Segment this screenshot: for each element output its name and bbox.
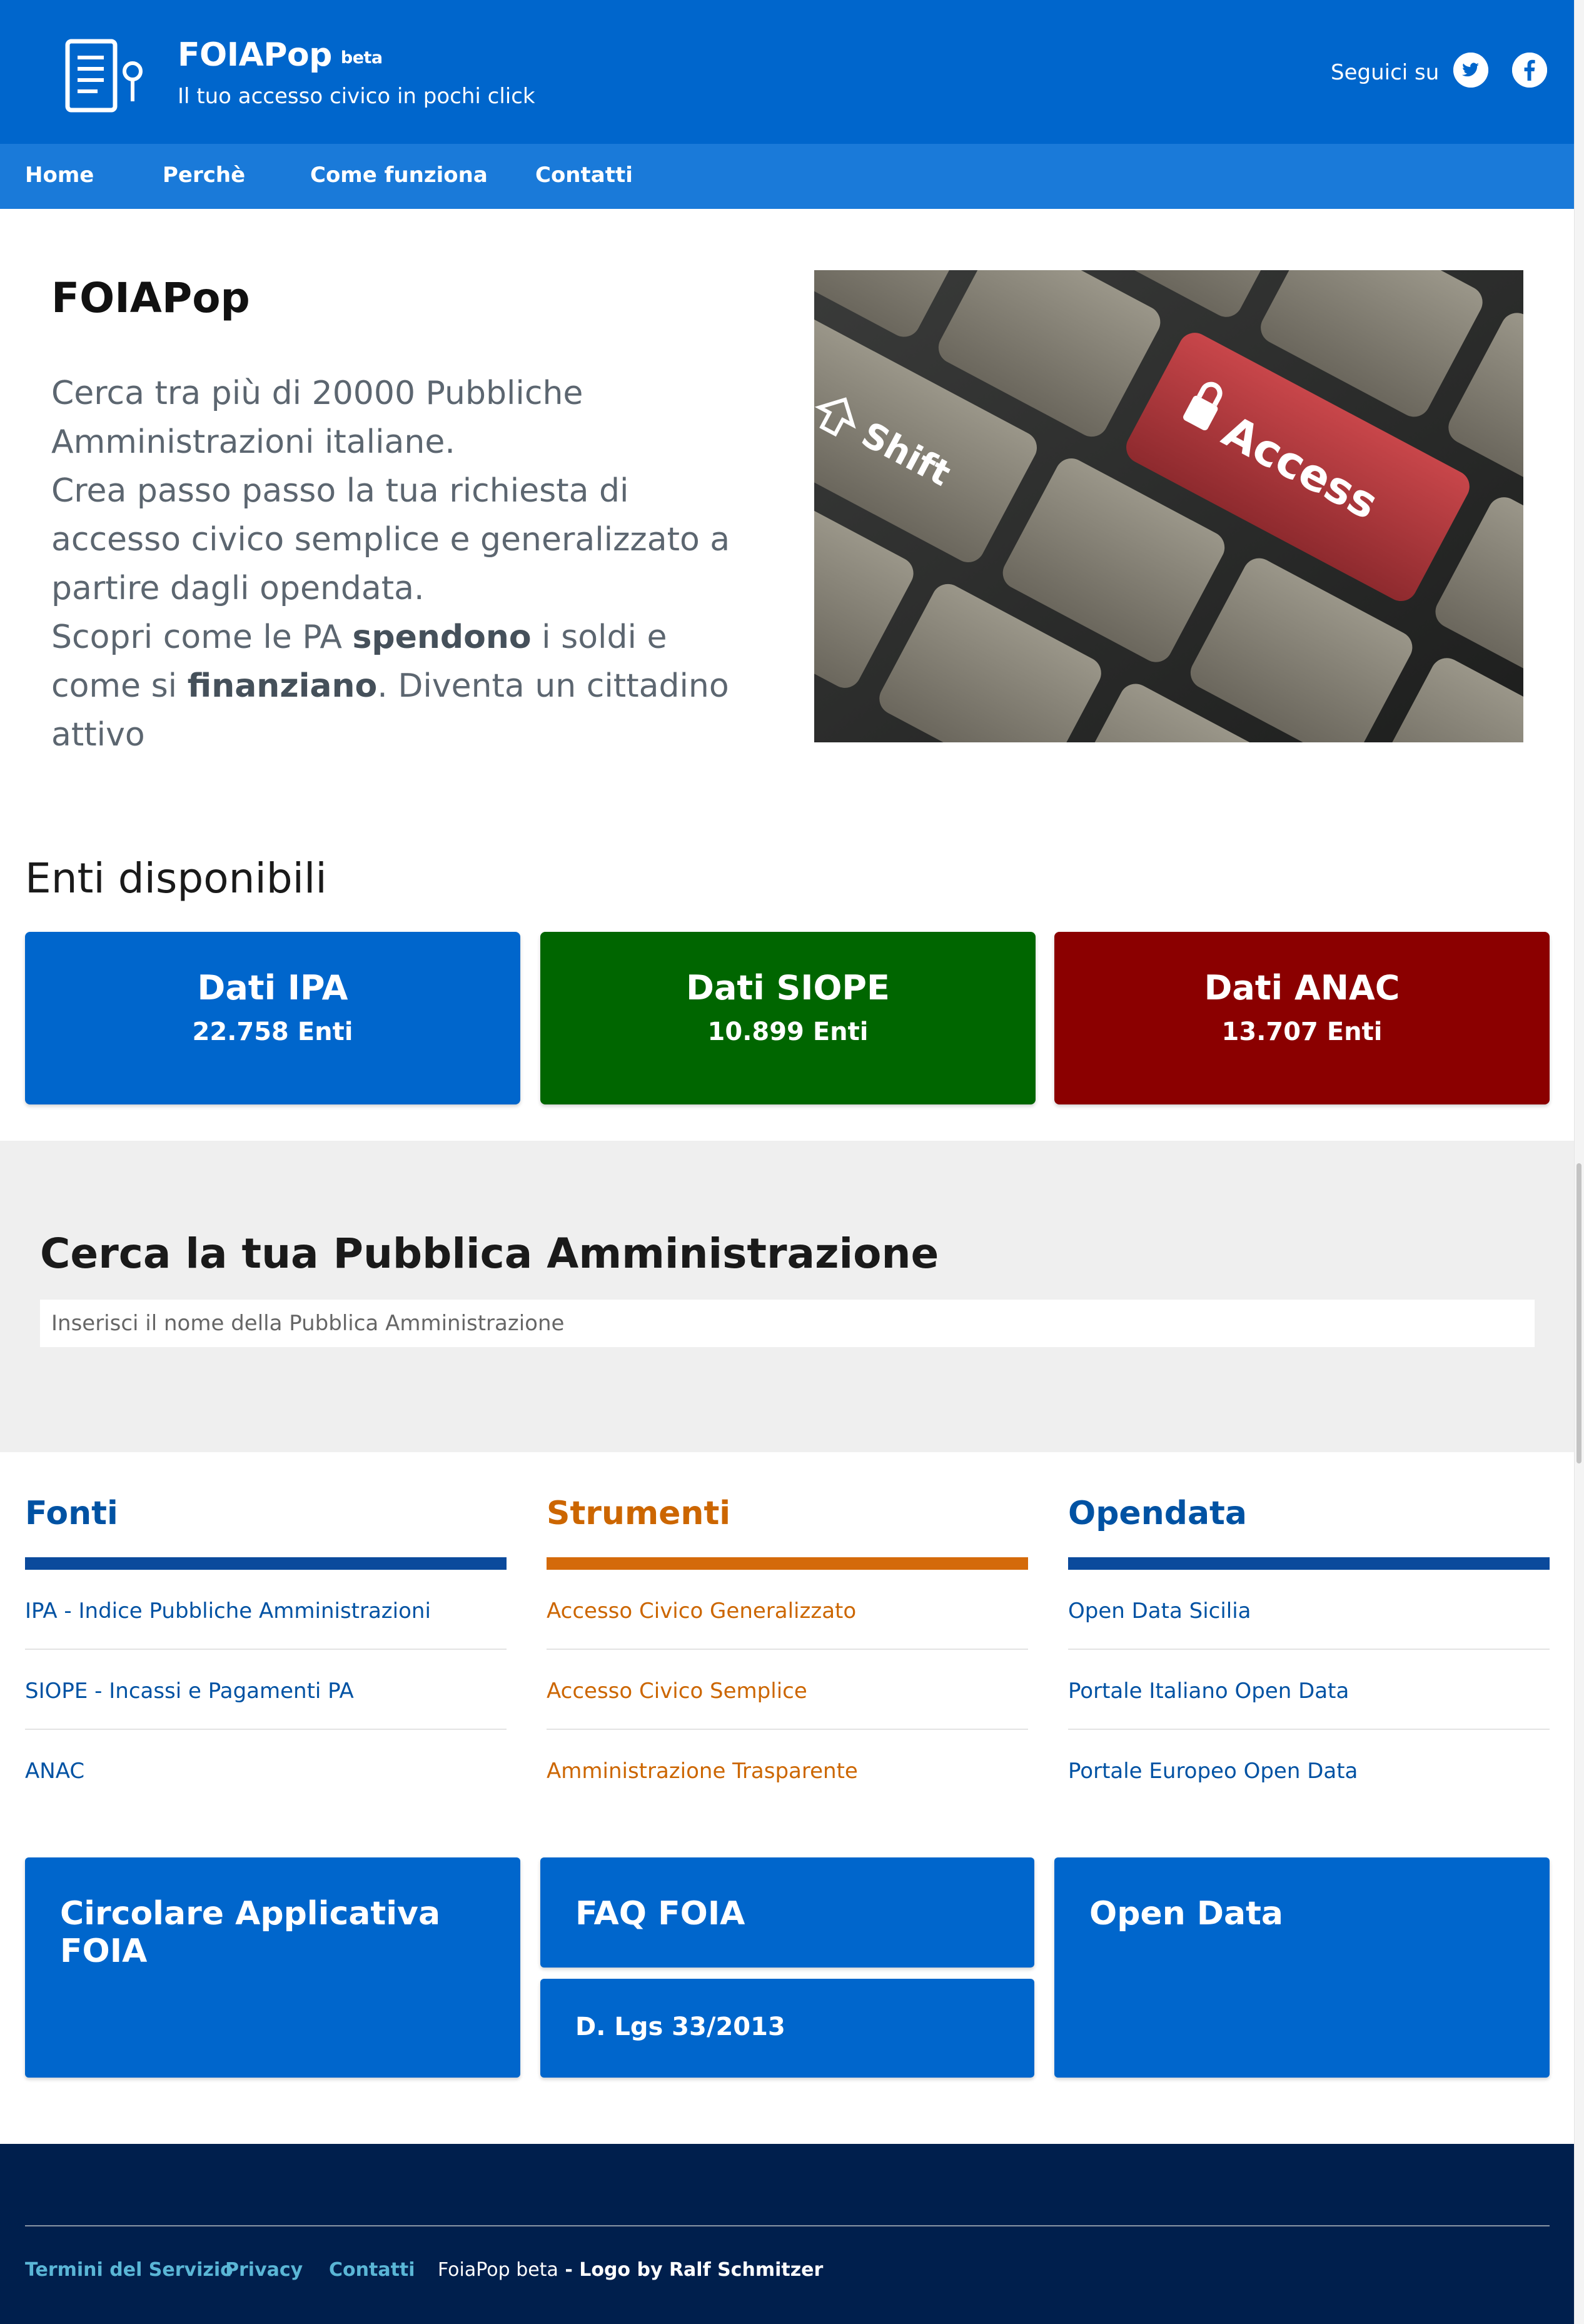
ente-card-ipa[interactable]: Dati IPA 22.758 Enti [25, 932, 520, 1104]
foiapop-logo-icon[interactable] [65, 39, 146, 115]
column-links: Open Data Sicilia Portale Italiano Open … [1068, 1570, 1550, 1809]
ente-count: 13.707 Enti [1221, 1018, 1383, 1046]
twitter-icon[interactable] [1453, 53, 1488, 88]
footer-link-termini[interactable]: Termini del Servizio [25, 2259, 233, 2281]
site-tagline: Il tuo accesso civico in pochi click [178, 84, 535, 109]
hero-text-segment: Scopri come le PA [51, 619, 353, 656]
column-title: Strumenti [547, 1495, 731, 1532]
footer-credit-brand: FoiaPop beta [438, 2259, 558, 2281]
search-title: Cerca la tua Pubblica Amministrazione [40, 1230, 939, 1278]
footer-divider [25, 2225, 1550, 2226]
link-amministrazione-trasparente[interactable]: Amministrazione Trasparente [547, 1730, 1028, 1809]
hero-emphasis-finanziano: finanziano [187, 667, 378, 705]
footer-link-privacy[interactable]: Privacy [225, 2259, 303, 2281]
column-title: Fonti [25, 1495, 118, 1532]
hero-title: FOIAPop [51, 274, 250, 322]
enti-section-title: Enti disponibili [25, 854, 327, 902]
nav-home[interactable]: Home [25, 163, 94, 188]
link-portale-italiano-open-data[interactable]: Portale Italiano Open Data [1068, 1650, 1550, 1730]
link-accesso-civico-semplice[interactable]: Accesso Civico Semplice [547, 1650, 1028, 1730]
hero-line-1: Cerca tra più di 20000 Pubbliche Amminis… [51, 375, 583, 461]
search-section: Cerca la tua Pubblica Amministrazione [0, 1141, 1575, 1452]
beta-badge: beta [340, 48, 383, 68]
keyboard-access-image: Access Shift [814, 270, 1523, 742]
link-open-data-sicilia[interactable]: Open Data Sicilia [1068, 1570, 1550, 1650]
hero-description: Cerca tra più di 20000 Pubbliche Amminis… [51, 369, 764, 759]
site-footer: Termini del Servizio Privacy Contatti Fo… [0, 2144, 1575, 2324]
hero-emphasis-spendono: spendono [352, 619, 532, 656]
scrollbar-thumb[interactable] [1576, 1163, 1581, 1463]
ente-card-siope[interactable]: Dati SIOPE 10.899 Enti [540, 932, 1036, 1104]
follow-label: Seguici su [1331, 60, 1440, 85]
column-title: Opendata [1068, 1495, 1247, 1532]
card-circolare-foia[interactable]: Circolare Applicativa FOIA [25, 1857, 520, 2078]
nav-perche[interactable]: Perchè [163, 163, 245, 188]
link-siope[interactable]: SIOPE - Incassi e Pagamenti PA [25, 1650, 507, 1730]
nav-contatti[interactable]: Contatti [535, 163, 633, 188]
link-ipa[interactable]: IPA - Indice Pubbliche Amministrazioni [25, 1570, 507, 1650]
footer-credit-logo: - Logo by Ralf Schmitzer [558, 2259, 824, 2281]
footer-credit: FoiaPop beta - Logo by Ralf Schmitzer [438, 2259, 823, 2281]
link-anac[interactable]: ANAC [25, 1730, 507, 1809]
footer-link-contatti[interactable]: Contatti [329, 2259, 415, 2281]
column-divider [547, 1557, 1028, 1570]
nav-come-funziona[interactable]: Come funziona [310, 163, 488, 188]
card-label: Open Data [1089, 1895, 1284, 1932]
hero-line-2: Crea passo passo la tua richiesta di acc… [51, 472, 730, 607]
column-opendata: Opendata Open Data Sicilia Portale Itali… [1068, 1495, 1550, 1809]
ente-count: 10.899 Enti [707, 1018, 869, 1046]
column-divider [1068, 1557, 1550, 1570]
card-label: FAQ FOIA [575, 1895, 745, 1932]
search-input[interactable] [40, 1300, 1535, 1347]
ente-count: 22.758 Enti [192, 1018, 353, 1046]
site-title[interactable]: FOIAPop beta [178, 36, 383, 74]
site-header: FOIAPop beta Il tuo accesso civico in poc… [0, 0, 1575, 144]
column-links: IPA - Indice Pubbliche Amministrazioni S… [25, 1570, 507, 1809]
ente-name: Dati SIOPE [686, 968, 890, 1008]
column-divider [25, 1557, 507, 1570]
column-links: Accesso Civico Generalizzato Accesso Civ… [547, 1570, 1028, 1809]
page: FOIAPop beta Il tuo accesso civico in poc… [0, 0, 1575, 2324]
column-fonti: Fonti IPA - Indice Pubbliche Amministraz… [25, 1495, 507, 1809]
link-accesso-civico-generalizzato[interactable]: Accesso Civico Generalizzato [547, 1570, 1028, 1650]
facebook-icon[interactable] [1512, 53, 1547, 88]
card-label: D. Lgs 33/2013 [575, 2013, 785, 2041]
ente-card-anac[interactable]: Dati ANAC 13.707 Enti [1054, 932, 1550, 1104]
hero-line-3: Scopri come le PA spendono i soldi e com… [51, 613, 764, 759]
link-portale-europeo-open-data[interactable]: Portale Europeo Open Data [1068, 1730, 1550, 1809]
card-open-data[interactable]: Open Data [1054, 1857, 1550, 2078]
site-title-text: FOIAPop [178, 36, 332, 74]
ente-name: Dati IPA [197, 968, 348, 1008]
card-label: Circolare Applicativa FOIA [60, 1895, 441, 1970]
page-scrollbar[interactable] [1574, 0, 1584, 2324]
card-dlgs-33-2013[interactable]: D. Lgs 33/2013 [540, 1979, 1034, 2078]
card-faq-foia[interactable]: FAQ FOIA [540, 1857, 1034, 1968]
ente-name: Dati ANAC [1204, 968, 1400, 1008]
main-nav: Home Perchè Come funziona Contatti [0, 144, 1575, 209]
column-strumenti: Strumenti Accesso Civico Generalizzato A… [547, 1495, 1028, 1809]
